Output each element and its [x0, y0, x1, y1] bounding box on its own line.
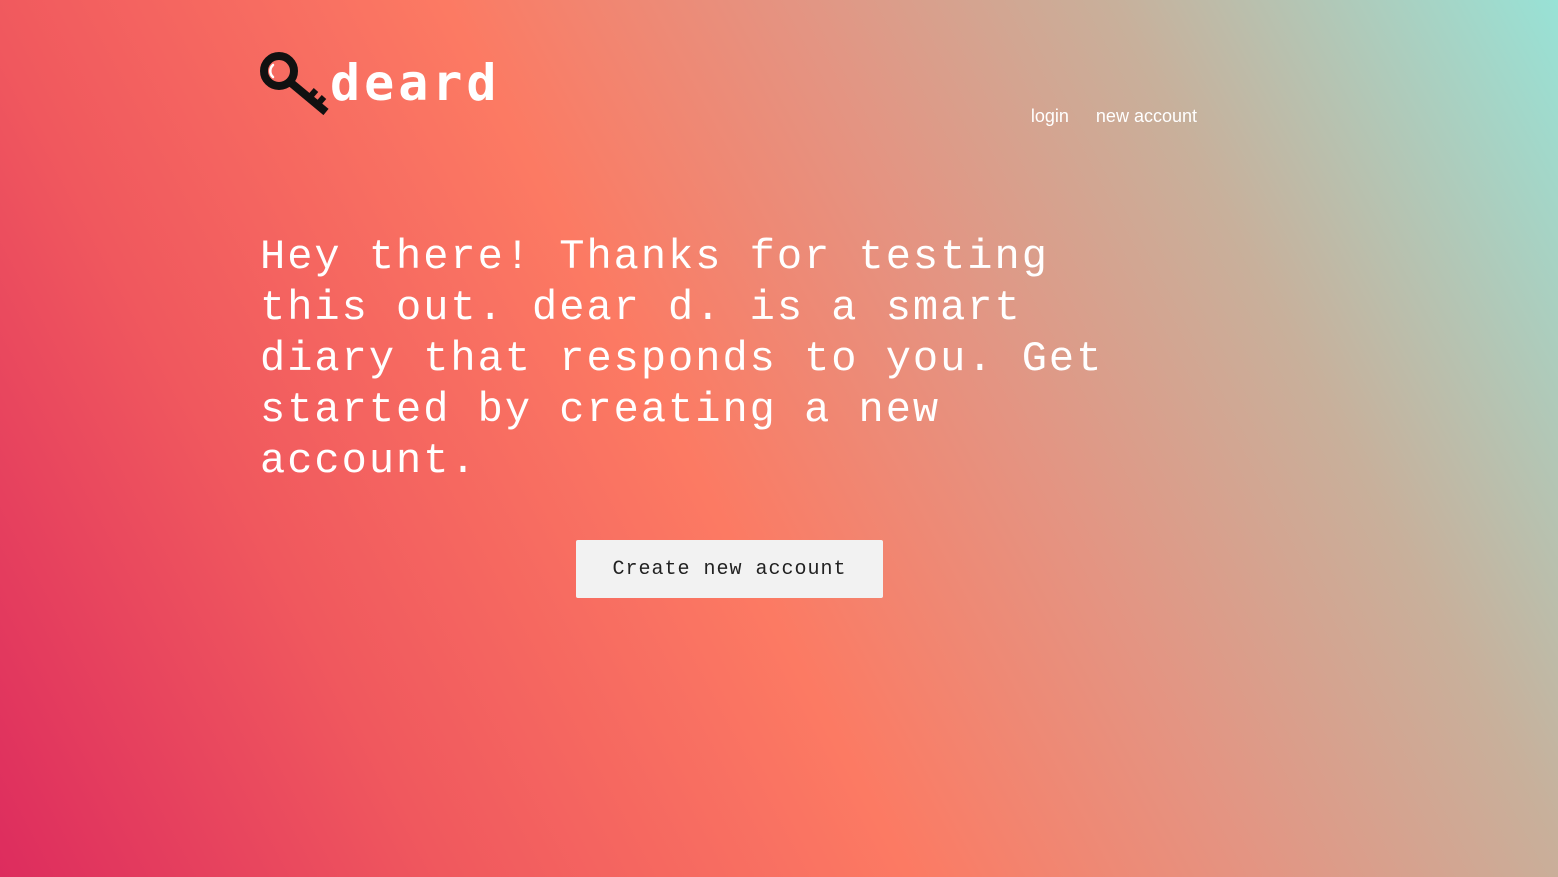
top-nav: login new account	[1031, 106, 1197, 127]
brand-name: deard	[330, 54, 501, 112]
new-account-link[interactable]: new account	[1096, 106, 1197, 127]
hero-text: Hey there! Thanks for testing this out. …	[260, 233, 1104, 485]
create-account-button[interactable]: Create new account	[576, 540, 883, 598]
login-link[interactable]: login	[1031, 106, 1069, 127]
key-icon	[260, 52, 329, 116]
brand-logo[interactable]: deard	[260, 48, 501, 120]
